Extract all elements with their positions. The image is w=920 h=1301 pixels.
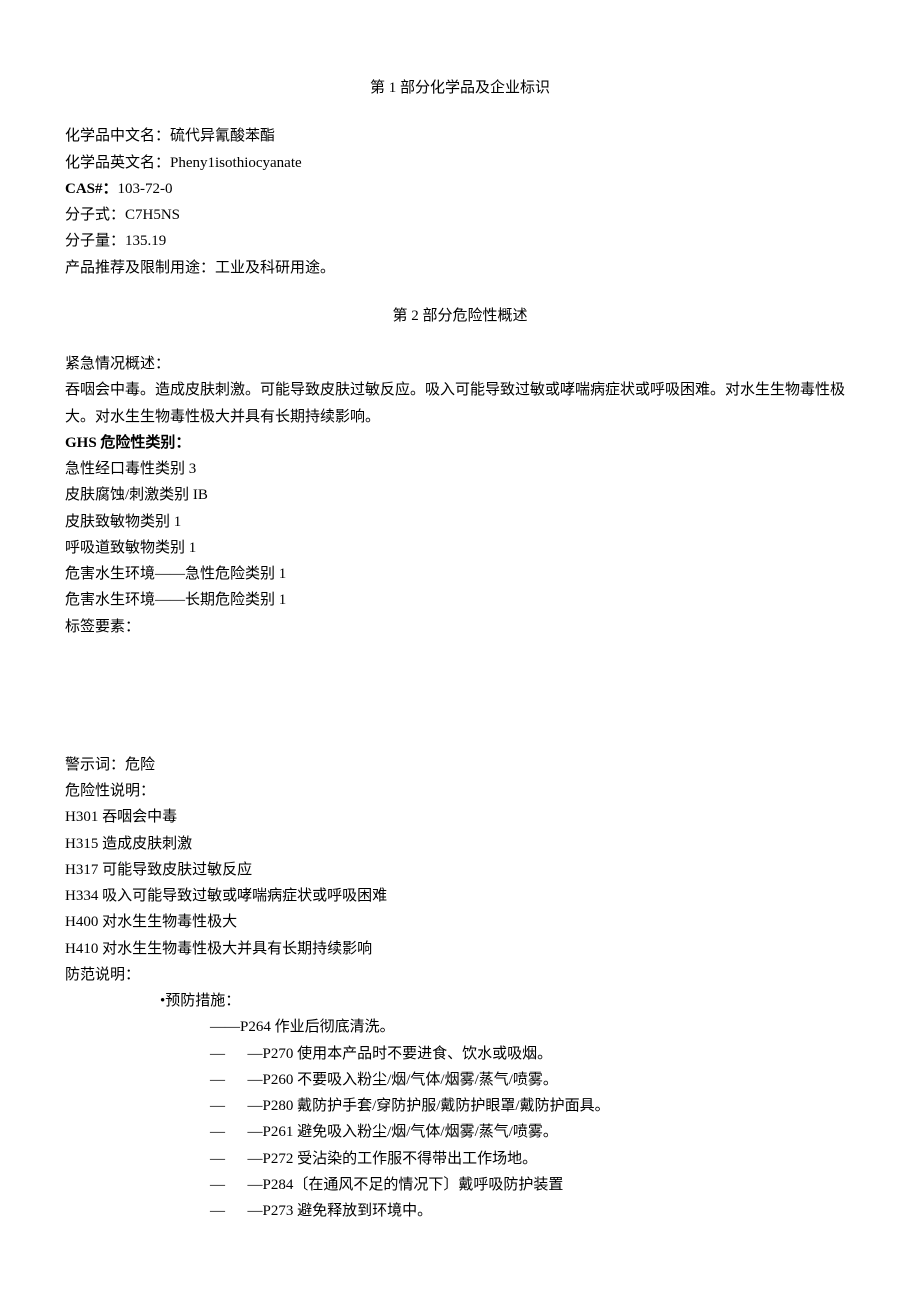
prevention-text: —P272 受沾染的工作服不得带出工作场地。 [248, 1151, 538, 1167]
cas-row: CAS#：103-72-0 [65, 176, 855, 202]
prevention-text: —P273 避免释放到环境中。 [248, 1203, 433, 1219]
dash-prefix: — [210, 1177, 248, 1193]
label-elements-label: 标签要素： [65, 614, 855, 640]
mw-row: 分子量：135.19 [65, 228, 855, 254]
name-en-row: 化学品英文名：Pheny1isothiocyanate [65, 150, 855, 176]
formula-row: 分子式：C7H5NS [65, 202, 855, 228]
mw-label: 分子量： [65, 233, 125, 249]
ghs-item: 急性经口毒性类别 3 [65, 456, 855, 482]
prevention-item: — —P284〔在通风不足的情况下〕戴呼吸防护装置 [65, 1172, 855, 1198]
dash-prefix: — [210, 1072, 248, 1088]
hazard-item: H334 吸入可能导致过敏或哮喘病症状或呼吸困难 [65, 883, 855, 909]
cas-label: CAS#： [65, 181, 118, 197]
section2-title: 第 2 部分危险性概述 [65, 303, 855, 329]
prevention-item: — —P272 受沾染的工作服不得带出工作场地。 [65, 1146, 855, 1172]
prevention-item: — —P260 不要吸入粉尘/烟/气体/烟雾/蒸气/喷雾。 [65, 1067, 855, 1093]
ghs-item: 皮肤腐蚀/刺激类别 IB [65, 482, 855, 508]
name-en-value: Pheny1isothiocyanate [170, 155, 302, 171]
emergency-text: 吞咽会中毒。造成皮肤刺激。可能导致皮肤过敏反应。吸入可能导致过敏或哮喘病症状或呼… [65, 377, 855, 430]
prevention-text: —P280 戴防护手套/穿防护服/戴防护眼罩/戴防护面具。 [248, 1098, 610, 1114]
prevention-item: — —P270 使用本产品时不要进食、饮水或吸烟。 [65, 1041, 855, 1067]
name-cn-row: 化学品中文名：硫代异氰酸苯酯 [65, 123, 855, 149]
use-value: 工业及科研用途。 [215, 260, 335, 276]
dash-prefix: — [210, 1151, 248, 1167]
mw-value: 135.19 [125, 233, 166, 249]
hazard-item: H301 吞咽会中毒 [65, 804, 855, 830]
hazard-item: H400 对水生生物毒性极大 [65, 909, 855, 935]
precaution-label: 防范说明： [65, 962, 855, 988]
prevention-item: — —P273 避免释放到环境中。 [65, 1198, 855, 1224]
formula-value: C7H5NS [125, 207, 180, 223]
signal-label: 警示词： [65, 757, 125, 773]
ghs-label: GHS 危险性类别： [65, 430, 855, 456]
prevention-header: •预防措施： [65, 988, 855, 1014]
ghs-item: 危害水生环境——长期危险类别 1 [65, 587, 855, 613]
ghs-item: 呼吸道致敏物类别 1 [65, 535, 855, 561]
prevention-text: —P284〔在通风不足的情况下〕戴呼吸防护装置 [248, 1177, 564, 1193]
prevention-text: —P261 避免吸入粉尘/烟/气体/烟雾/蒸气/喷雾。 [248, 1124, 558, 1140]
use-label: 产品推荐及限制用途： [65, 260, 215, 276]
emergency-block: 紧急情况概述： 吞咽会中毒。造成皮肤刺激。可能导致皮肤过敏反应。吸入可能导致过敏… [65, 351, 855, 640]
prevention-text: —P260 不要吸入粉尘/烟/气体/烟雾/蒸气/喷雾。 [248, 1072, 558, 1088]
formula-label: 分子式： [65, 207, 125, 223]
prevention-item: — —P280 戴防护手套/穿防护服/戴防护眼罩/戴防护面具。 [65, 1093, 855, 1119]
hazard-item: H317 可能导致皮肤过敏反应 [65, 857, 855, 883]
dash-prefix: — [210, 1098, 248, 1114]
ghs-item: 皮肤致敏物类别 1 [65, 509, 855, 535]
name-en-label: 化学品英文名： [65, 155, 170, 171]
cas-value: 103-72-0 [118, 181, 173, 197]
hazard-item: H410 对水生生物毒性极大并具有长期持续影响 [65, 936, 855, 962]
hazard-block: 警示词：危险 危险性说明： H301 吞咽会中毒 H315 造成皮肤刺激 H31… [65, 752, 855, 1225]
signal-value: 危险 [125, 757, 155, 773]
dash-prefix: — [210, 1124, 248, 1140]
pictogram-placeholder [65, 662, 855, 752]
use-row: 产品推荐及限制用途：工业及科研用途。 [65, 255, 855, 281]
dash-prefix: — [210, 1203, 248, 1219]
prevention-text: —P270 使用本产品时不要进食、饮水或吸烟。 [248, 1046, 553, 1062]
name-cn-label: 化学品中文名： [65, 128, 170, 144]
hazard-statements-label: 危险性说明： [65, 778, 855, 804]
emergency-label: 紧急情况概述： [65, 351, 855, 377]
name-cn-value: 硫代异氰酸苯酯 [170, 128, 275, 144]
identification-block: 化学品中文名：硫代异氰酸苯酯 化学品英文名：Pheny1isothiocyana… [65, 123, 855, 281]
prevention-item: ——P264 作业后彻底清洗。 [65, 1014, 855, 1040]
section1-title: 第 1 部分化学品及企业标识 [65, 75, 855, 101]
dash-prefix: — [210, 1046, 248, 1062]
ghs-item: 危害水生环境——急性危险类别 1 [65, 561, 855, 587]
prevention-item: — —P261 避免吸入粉尘/烟/气体/烟雾/蒸气/喷雾。 [65, 1119, 855, 1145]
hazard-item: H315 造成皮肤刺激 [65, 831, 855, 857]
signal-row: 警示词：危险 [65, 752, 855, 778]
